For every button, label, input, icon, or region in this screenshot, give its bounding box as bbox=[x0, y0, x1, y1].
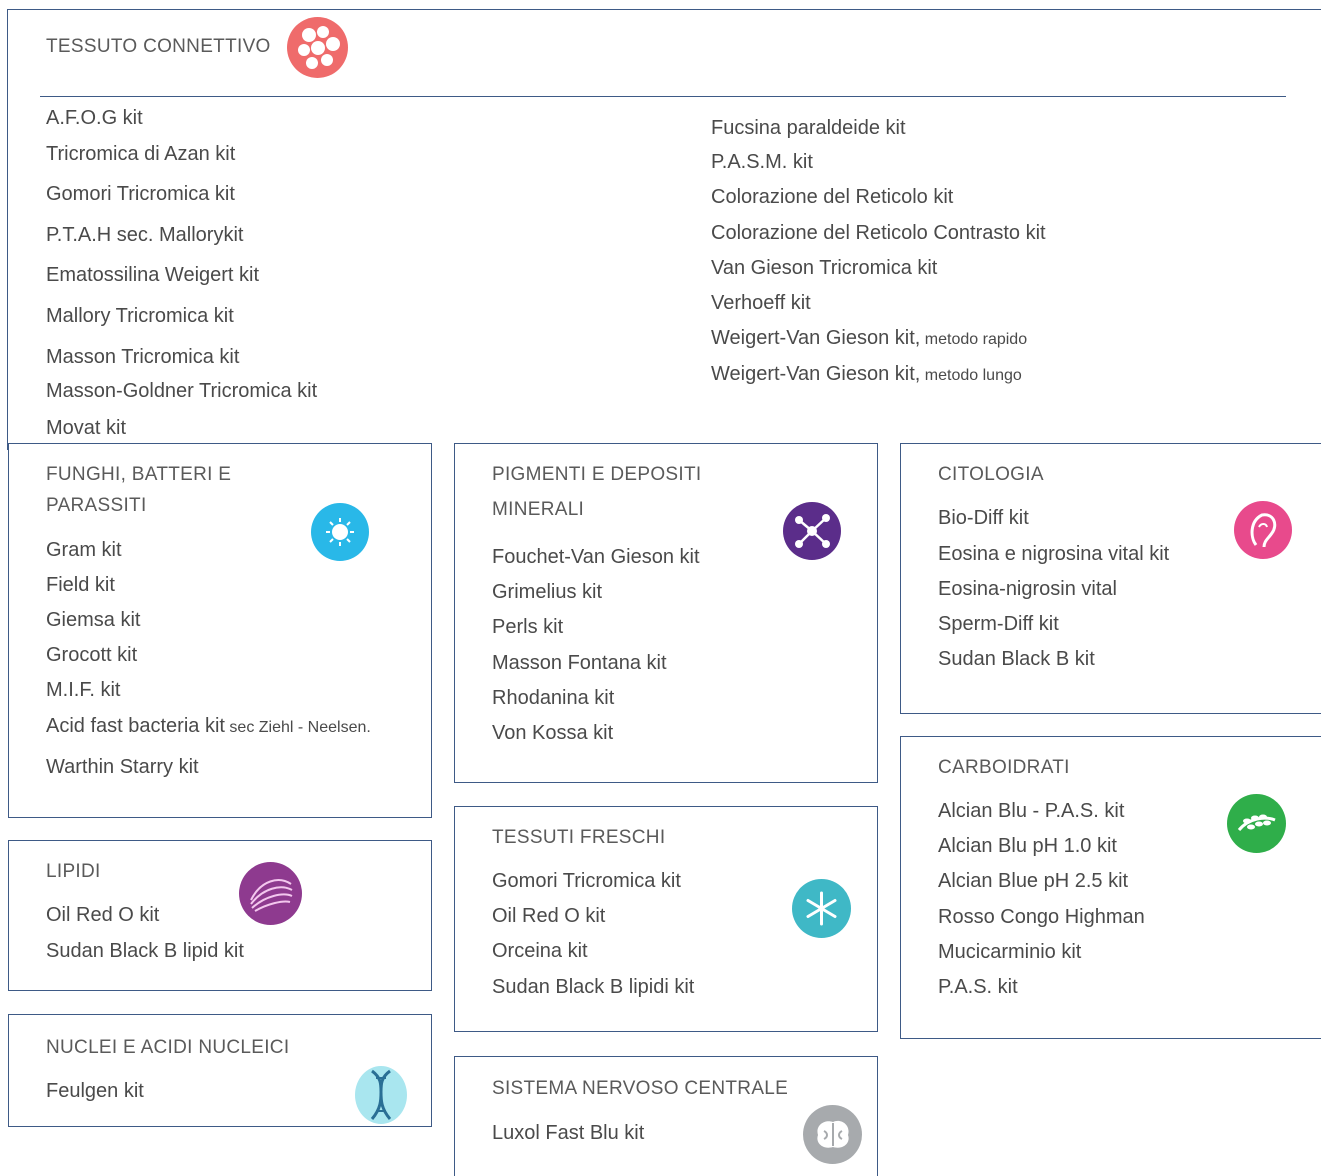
lipidi-item[interactable]: Sudan Black B lipid kit bbox=[46, 940, 244, 963]
carboidrati-item[interactable]: Alcian Blue pH 2.5 kit bbox=[938, 870, 1128, 893]
lipidi-item[interactable]: Oil Red O kit bbox=[46, 904, 159, 927]
bacteria-icon bbox=[311, 503, 369, 561]
cell-face-icon bbox=[1234, 501, 1292, 559]
pigmenti-item[interactable]: Von Kossa kit bbox=[492, 722, 613, 745]
funghi-item[interactable]: Giemsa kit bbox=[46, 609, 140, 632]
connettivo-item[interactable]: Verhoeff kit bbox=[711, 292, 811, 315]
citologia-item[interactable]: Sudan Black B kit bbox=[938, 648, 1095, 671]
connettivo-item[interactable]: Tricromica di Azan kit bbox=[46, 143, 235, 166]
dna-icon bbox=[355, 1066, 407, 1124]
pigmenti-item[interactable]: Perls kit bbox=[492, 616, 563, 639]
connettivo-item[interactable]: P.T.A.H sec. Mallorykit bbox=[46, 224, 243, 247]
funghi-item[interactable]: Gram kit bbox=[46, 539, 122, 562]
freschi-item[interactable]: Sudan Black B lipidi kit bbox=[492, 976, 694, 999]
funghi-title-line2: PARASSITI bbox=[46, 495, 147, 516]
funghi-item[interactable]: Warthin Starry kit bbox=[46, 756, 199, 779]
pigmenti-item[interactable]: Grimelius kit bbox=[492, 581, 602, 604]
funghi-title-line1: FUNGHI, BATTERI E bbox=[46, 464, 232, 485]
snowflake-icon bbox=[792, 879, 851, 938]
connettivo-title: TESSUTO CONNETTIVO bbox=[46, 36, 271, 57]
citologia-item[interactable]: Bio-Diff kit bbox=[938, 507, 1029, 530]
funghi-item[interactable]: Acid fast bacteria kit sec Ziehl - Neels… bbox=[46, 715, 371, 738]
snc-title: SISTEMA NERVOSO CENTRALE bbox=[492, 1078, 789, 1099]
connettivo-item[interactable]: Gomori Tricromica kit bbox=[46, 183, 235, 206]
funghi-item[interactable]: M.I.F. kit bbox=[46, 679, 120, 702]
citologia-item[interactable]: Eosina-nigrosin vital bbox=[938, 578, 1117, 601]
item-note: metodo lungo bbox=[920, 367, 1022, 384]
item-main: Weigert-Van Gieson kit, bbox=[711, 363, 921, 385]
freschi-item[interactable]: Oil Red O kit bbox=[492, 905, 605, 928]
freschi-item[interactable]: Orceina kit bbox=[492, 940, 588, 963]
carboidrati-item[interactable]: Alcian Blu - P.A.S. kit bbox=[938, 800, 1124, 823]
connettivo-item[interactable]: Fucsina paraldeide kit bbox=[711, 117, 906, 140]
pigmenti-item[interactable]: Masson Fontana kit bbox=[492, 652, 667, 675]
item-note: sec Ziehl - Neelsen. bbox=[224, 719, 371, 736]
connettivo-item[interactable]: Masson Tricromica kit bbox=[46, 346, 239, 369]
connettivo-item[interactable]: Movat kit bbox=[46, 417, 126, 440]
carboidrati-item[interactable]: Alcian Blu pH 1.0 kit bbox=[938, 835, 1117, 858]
pigmenti-item[interactable]: Rhodanina kit bbox=[492, 687, 614, 710]
brain-icon bbox=[803, 1105, 862, 1164]
connettivo-item[interactable]: Mallory Tricromica kit bbox=[46, 305, 234, 328]
connettivo-item[interactable]: Weigert-Van Gieson kit, metodo lungo bbox=[711, 363, 1022, 386]
carboidrati-item[interactable]: Rosso Congo Highman bbox=[938, 906, 1145, 929]
citologia-title: CITOLOGIA bbox=[938, 464, 1044, 485]
lipidi-title: LIPIDI bbox=[46, 861, 101, 882]
item-note: metodo rapido bbox=[920, 331, 1028, 348]
funghi-item[interactable]: Field kit bbox=[46, 574, 115, 597]
connettivo-item[interactable]: Colorazione del Reticolo Contrasto kit bbox=[711, 222, 1046, 245]
lipid-icon bbox=[239, 862, 302, 925]
pigmenti-title-line2: MINERALI bbox=[492, 499, 585, 520]
citologia-item[interactable]: Sperm-Diff kit bbox=[938, 613, 1059, 636]
connettivo-item[interactable]: P.A.S.M. kit bbox=[711, 151, 813, 174]
wheat-icon bbox=[1227, 794, 1286, 853]
carboidrati-item[interactable]: P.A.S. kit bbox=[938, 976, 1018, 999]
nuclei-title: NUCLEI E ACIDI NUCLEICI bbox=[46, 1037, 290, 1058]
pigmenti-title-line1: PIGMENTI E DEPOSITI bbox=[492, 464, 702, 485]
freschi-title: TESSUTI FRESCHI bbox=[492, 827, 666, 848]
freschi-item[interactable]: Gomori Tricromica kit bbox=[492, 870, 681, 893]
carboidrati-item[interactable]: Mucicarminio kit bbox=[938, 941, 1081, 964]
nuclei-item[interactable]: Feulgen kit bbox=[46, 1080, 144, 1103]
molecule-icon bbox=[783, 502, 841, 560]
connettivo-item[interactable]: Masson-Goldner Tricromica kit bbox=[46, 380, 317, 403]
snc-item[interactable]: Luxol Fast Blu kit bbox=[492, 1122, 644, 1145]
connettivo-item[interactable]: Ematossilina Weigert kit bbox=[46, 264, 259, 287]
citologia-item[interactable]: Eosina e nigrosina vital kit bbox=[938, 543, 1169, 566]
funghi-item[interactable]: Grocott kit bbox=[46, 644, 137, 667]
pigmenti-item[interactable]: Fouchet-Van Gieson kit bbox=[492, 546, 700, 569]
connettivo-divider bbox=[40, 96, 1286, 97]
carboidrati-title: CARBOIDRATI bbox=[938, 757, 1070, 778]
connettivo-item[interactable]: Van Gieson Tricromica kit bbox=[711, 257, 937, 280]
item-main: Acid fast bacteria kit bbox=[46, 715, 225, 737]
connettivo-item[interactable]: A.F.O.G kit bbox=[46, 107, 143, 130]
connettivo-item[interactable]: Weigert-Van Gieson kit, metodo rapido bbox=[711, 327, 1027, 350]
connettivo-item[interactable]: Colorazione del Reticolo kit bbox=[711, 186, 953, 209]
cells-icon bbox=[287, 17, 348, 78]
item-main: Weigert-Van Gieson kit, bbox=[711, 327, 921, 349]
